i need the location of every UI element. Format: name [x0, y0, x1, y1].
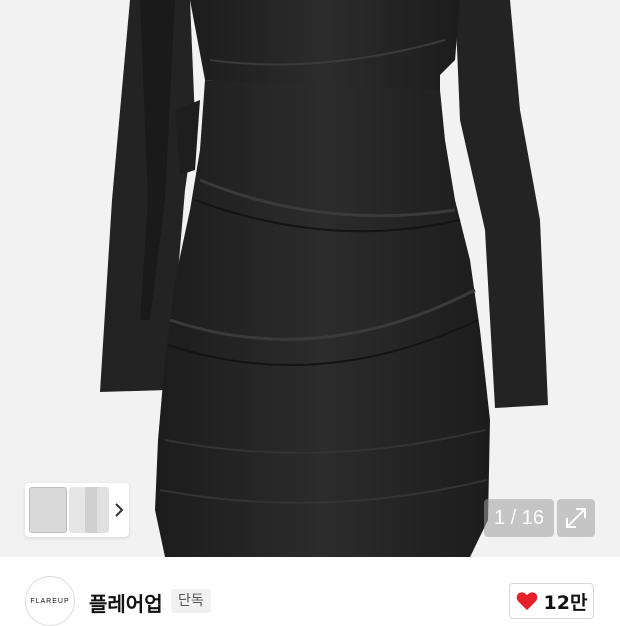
heart-icon [516, 592, 537, 611]
exclusive-badge: 단독 [171, 589, 211, 613]
brand-name[interactable]: 플레어업 [89, 588, 163, 617]
like-count: 12만 [543, 591, 588, 614]
image-counter: 1 / 16 [484, 499, 554, 537]
brand-info-bar: FLAREUP 플레어업 단독 12만 [0, 557, 620, 626]
thumbnail-strip[interactable] [25, 483, 129, 537]
product-image[interactable]: 1 / 16 [0, 0, 620, 557]
brand-logo-text: FLAREUP [30, 597, 70, 605]
like-button[interactable]: 12만 [509, 583, 594, 619]
thumbnail-1[interactable] [29, 487, 67, 533]
expand-icon [566, 508, 586, 528]
expand-button[interactable] [557, 499, 595, 537]
brand-logo[interactable]: FLAREUP [25, 576, 75, 626]
thumbnail-4[interactable] [97, 487, 109, 533]
dress-illustration [100, 0, 548, 557]
chevron-right-icon[interactable] [111, 501, 127, 519]
